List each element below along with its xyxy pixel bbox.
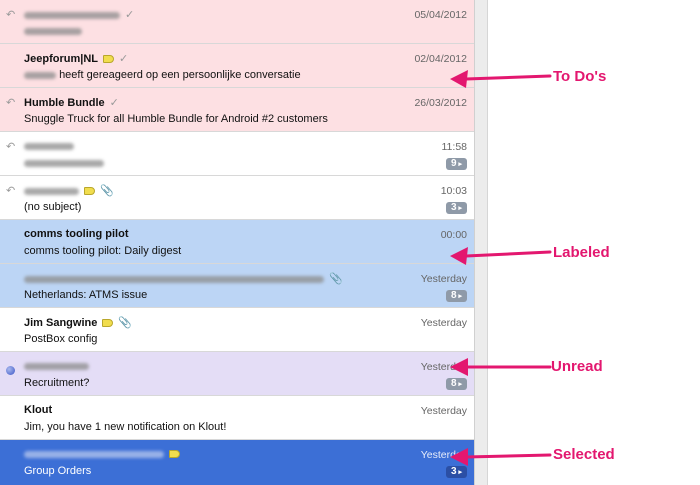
arrow-icon <box>450 247 552 265</box>
message-date: 11:58 <box>441 141 468 153</box>
replied-icon: ↶ <box>6 9 16 21</box>
label-tag-icon <box>102 319 114 328</box>
unread-dot-icon[interactable] <box>6 366 15 375</box>
message-sender <box>24 448 180 460</box>
message-subject: PostBox config <box>24 333 98 345</box>
message-sender: ✓ <box>24 8 134 21</box>
message-sender: Jeepforum|NL ✓ <box>24 53 129 65</box>
message-date: 05/04/2012 <box>414 9 467 21</box>
message-subject: comms tooling pilot: Daily digest <box>24 245 182 257</box>
message-row[interactable]: ↶ Humble Bundle ✓ Snuggle Truck for all H… <box>0 88 474 132</box>
message-subject: heeft gereageerd op een persoonlijke con… <box>24 69 301 81</box>
message-date: Yesterday <box>420 405 467 417</box>
checkmark-icon: ✓ <box>118 53 129 65</box>
message-subject: Jim, you have 1 new notification on Klou… <box>24 421 227 433</box>
message-row[interactable]: Jeepforum|NL ✓ heeft gereageerd op een pe… <box>0 44 474 88</box>
message-sender: Humble Bundle ✓ <box>24 97 119 109</box>
message-sender: Klout <box>24 404 53 416</box>
checkmark-icon: ✓ <box>125 9 135 21</box>
attachment-icon: 📎 <box>329 273 343 285</box>
attachment-icon: 📎 <box>100 185 114 197</box>
message-sender: Jim Sangwine 📎 <box>24 317 133 329</box>
message-row[interactable]: ↶ ✓ 05/04/2012 <box>0 0 474 44</box>
message-subject <box>24 157 104 169</box>
message-subject: Netherlands: ATMS issue <box>24 289 148 301</box>
replied-icon: ↶ <box>6 185 16 197</box>
message-subject: Snuggle Truck for all Humble Bundle for … <box>24 113 328 125</box>
message-row[interactable]: ↶ 11:58 9 <box>0 132 474 176</box>
message-row[interactable]: ↶ 📎 (no subject) 10:03 3 <box>0 176 474 220</box>
thread-count-badge[interactable]: 3 <box>446 202 467 214</box>
message-subject: Group Orders <box>24 465 92 477</box>
message-row[interactable]: Klout Jim, you have 1 new notification o… <box>0 396 474 440</box>
message-list: ↶ ✓ 05/04/2012 Jeepforum|NL ✓ heeft gerea… <box>0 0 474 485</box>
replied-icon: ↶ <box>6 141 16 153</box>
message-row[interactable]: Recruitment? Yesterday 8 <box>0 352 474 396</box>
message-row[interactable]: Jim Sangwine 📎 PostBox config Yesterday <box>0 308 474 352</box>
message-subject: Recruitment? <box>24 377 90 389</box>
message-sender: comms tooling pilot <box>24 228 129 240</box>
replied-icon: ↶ <box>6 97 16 109</box>
checkmark-icon: ✓ <box>109 97 119 109</box>
message-date: 00:00 <box>440 229 467 241</box>
message-date: 10:03 <box>440 185 467 197</box>
message-subject: (no subject) <box>24 201 82 213</box>
attachment-icon: 📎 <box>118 317 133 329</box>
label-tag-icon <box>102 55 114 64</box>
arrow-icon <box>450 358 552 376</box>
message-subject <box>24 25 82 37</box>
thread-count-badge[interactable]: 9 <box>446 158 467 170</box>
message-sender: 📎 <box>24 184 114 197</box>
message-date: 26/03/2012 <box>414 97 467 109</box>
label-tag-icon <box>84 187 95 196</box>
arrow-icon <box>450 448 552 466</box>
message-sender <box>24 360 89 372</box>
annotation-labeled: Labeled <box>553 244 610 261</box>
message-row[interactable]: 📎 Netherlands: ATMS issue Yesterday 8 <box>0 264 474 308</box>
message-date: Yesterday <box>420 273 467 285</box>
message-sender: 📎 <box>24 272 343 285</box>
thread-count-badge[interactable]: 8 <box>446 290 467 302</box>
message-sender <box>24 140 74 152</box>
arrow-icon <box>450 70 552 88</box>
message-row[interactable]: Group Orders Yesterday 3 <box>0 440 474 485</box>
label-tag-icon <box>169 450 180 459</box>
message-row[interactable]: comms tooling pilot comms tooling pilot:… <box>0 220 474 264</box>
annotation-selected: Selected <box>553 446 615 463</box>
annotation-todo: To Do's <box>553 68 607 85</box>
message-date: Yesterday <box>420 317 467 329</box>
annotation-unread: Unread <box>551 358 603 375</box>
